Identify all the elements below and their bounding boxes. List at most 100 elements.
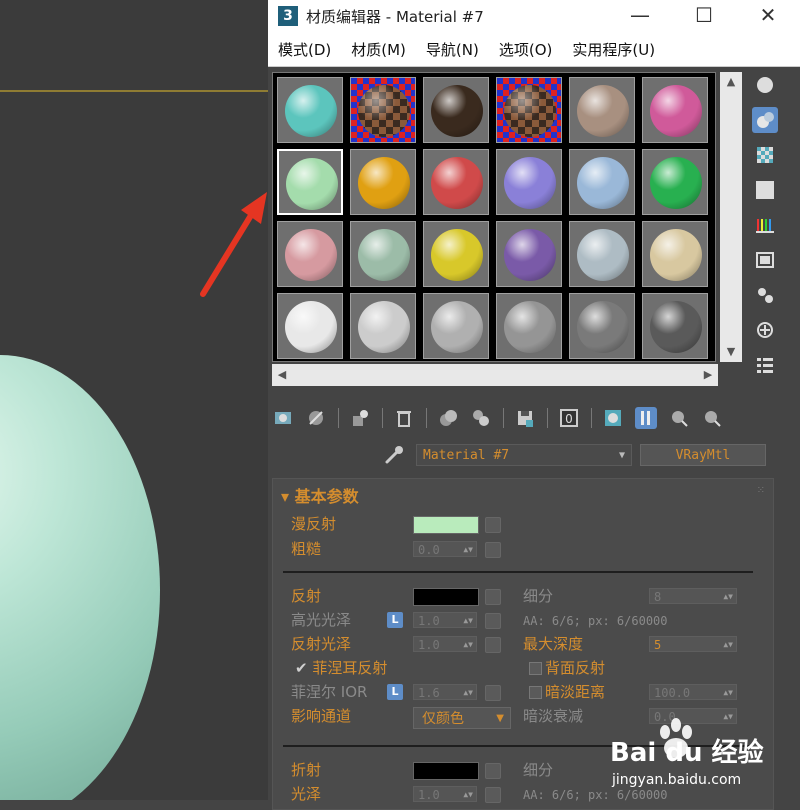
show-end-result-icon[interactable] bbox=[635, 407, 657, 429]
affect-channels-dropdown[interactable]: 仅颜色 ▼ bbox=[413, 707, 511, 729]
roughness-label: 粗糙 bbox=[291, 540, 322, 558]
maximize-button[interactable]: ☐ bbox=[672, 0, 736, 32]
material-slot[interactable] bbox=[642, 221, 708, 287]
fresnel-checkbox[interactable]: ✔ 菲涅耳反射 bbox=[295, 657, 387, 678]
make-unique-icon[interactable] bbox=[470, 407, 492, 429]
menu-utilities[interactable]: 实用程序(U) bbox=[568, 35, 659, 64]
fresnel-ior-spinner[interactable]: 1.6 ▲▼ bbox=[413, 684, 477, 700]
roughness-map-button[interactable] bbox=[485, 542, 501, 558]
rollout-header[interactable]: ▾ 基本参数 bbox=[281, 483, 359, 507]
material-slot[interactable] bbox=[496, 293, 562, 359]
refraction-color-swatch[interactable] bbox=[413, 762, 479, 780]
background-checker-icon[interactable] bbox=[752, 142, 778, 168]
backlight-icon[interactable] bbox=[752, 107, 778, 133]
material-slot[interactable] bbox=[350, 221, 416, 287]
sample-type-icon[interactable] bbox=[752, 72, 778, 98]
material-slot[interactable] bbox=[423, 293, 489, 359]
copy-material-icon[interactable] bbox=[437, 407, 459, 429]
dim-distance-spinner[interactable]: 100.0 ▲▼ bbox=[649, 684, 737, 700]
material-slot[interactable] bbox=[496, 149, 562, 215]
eyedropper-icon[interactable] bbox=[383, 444, 405, 466]
material-sphere bbox=[285, 301, 337, 353]
refraction-map-button[interactable] bbox=[485, 763, 501, 779]
material-slot[interactable] bbox=[423, 149, 489, 215]
assign-to-selection-icon[interactable] bbox=[349, 407, 371, 429]
go-to-parent-icon[interactable] bbox=[668, 407, 690, 429]
material-slot[interactable] bbox=[350, 293, 416, 359]
slot-vertical-scrollbar[interactable]: ▲ ▼ bbox=[720, 72, 742, 362]
scroll-down-icon[interactable]: ▼ bbox=[721, 342, 741, 362]
material-slot[interactable] bbox=[350, 77, 416, 143]
material-slot[interactable] bbox=[423, 77, 489, 143]
material-slot[interactable] bbox=[569, 221, 635, 287]
reflection-color-swatch[interactable] bbox=[413, 588, 479, 606]
refl-gloss-map-button[interactable] bbox=[485, 637, 501, 653]
video-color-check-icon[interactable] bbox=[752, 212, 778, 238]
material-slot[interactable] bbox=[277, 293, 343, 359]
get-material-icon[interactable] bbox=[272, 407, 294, 429]
material-type-button[interactable]: VRayMtl bbox=[640, 444, 766, 466]
sample-uv-tiling-icon[interactable] bbox=[752, 177, 778, 203]
select-by-material-icon[interactable] bbox=[752, 317, 778, 343]
menu-material[interactable]: 材质(M) bbox=[347, 35, 410, 64]
scroll-left-icon[interactable]: ◀ bbox=[272, 365, 292, 385]
material-name-field[interactable]: Material #7 ▼ bbox=[416, 444, 632, 466]
material-slot[interactable] bbox=[423, 221, 489, 287]
make-preview-icon[interactable] bbox=[752, 247, 778, 273]
material-slot[interactable] bbox=[277, 149, 343, 215]
viewport[interactable] bbox=[0, 0, 268, 800]
menu-mode[interactable]: 模式(D) bbox=[274, 35, 335, 64]
material-slot[interactable] bbox=[350, 149, 416, 215]
lock-l-badge[interactable]: L bbox=[387, 684, 403, 700]
material-slot[interactable] bbox=[569, 77, 635, 143]
put-to-library-icon[interactable] bbox=[514, 407, 536, 429]
svg-text:0: 0 bbox=[565, 412, 573, 426]
slot-horizontal-scrollbar[interactable]: ◀ ▶ bbox=[272, 364, 718, 386]
back-side-checkbox[interactable] bbox=[529, 662, 542, 675]
material-slot[interactable] bbox=[496, 221, 562, 287]
refr-gloss-map-button[interactable] bbox=[485, 787, 501, 803]
material-sphere bbox=[431, 157, 483, 209]
highlight-gloss-map-button[interactable] bbox=[485, 613, 501, 629]
highlight-gloss-spinner[interactable]: 1.0 ▲▼ bbox=[413, 612, 477, 628]
spinner-arrows-icon: ▲▼ bbox=[463, 640, 473, 649]
material-slot[interactable] bbox=[642, 149, 708, 215]
material-slot[interactable] bbox=[277, 77, 343, 143]
material-slot[interactable] bbox=[642, 77, 708, 143]
material-slot[interactable] bbox=[496, 77, 562, 143]
options-icon[interactable] bbox=[752, 282, 778, 308]
rollout-grip-icon: ⁙ bbox=[756, 485, 765, 496]
material-sphere bbox=[358, 229, 410, 281]
put-to-scene-icon[interactable] bbox=[305, 407, 327, 429]
max-depth-spinner[interactable]: 5 ▲▼ bbox=[649, 636, 737, 652]
material-slot[interactable] bbox=[277, 221, 343, 287]
diffuse-color-swatch[interactable] bbox=[413, 516, 479, 534]
dim-distance-checkbox[interactable] bbox=[529, 686, 542, 699]
scroll-up-icon[interactable]: ▲ bbox=[721, 72, 741, 92]
material-name-row: Material #7 ▼ VRayMtl bbox=[268, 440, 800, 470]
reflection-map-button[interactable] bbox=[485, 589, 501, 605]
scroll-right-icon[interactable]: ▶ bbox=[698, 365, 718, 385]
roughness-spinner[interactable]: 0.0 ▲▼ bbox=[413, 541, 477, 557]
fresnel-ior-map-button[interactable] bbox=[485, 685, 501, 701]
material-sphere bbox=[431, 229, 483, 281]
material-slot[interactable] bbox=[642, 293, 708, 359]
close-button[interactable]: ✕ bbox=[736, 0, 800, 32]
material-id-channel-icon[interactable]: 0 bbox=[558, 407, 580, 429]
go-forward-sibling-icon[interactable] bbox=[701, 407, 723, 429]
minimize-button[interactable]: — bbox=[608, 0, 672, 32]
reset-delete-icon[interactable] bbox=[393, 407, 415, 429]
highlight-gloss-label: 高光光泽 bbox=[291, 611, 352, 629]
material-slot[interactable] bbox=[569, 293, 635, 359]
chevron-down-icon: ▼ bbox=[618, 450, 625, 461]
lock-l-badge[interactable]: L bbox=[387, 612, 403, 628]
show-shaded-material-icon[interactable] bbox=[602, 407, 624, 429]
refl-gloss-spinner[interactable]: 1.0 ▲▼ bbox=[413, 636, 477, 652]
diffuse-map-button[interactable] bbox=[485, 517, 501, 533]
menu-options[interactable]: 选项(O) bbox=[495, 35, 557, 64]
menu-navigation[interactable]: 导航(N) bbox=[422, 35, 483, 64]
material-slot[interactable] bbox=[569, 149, 635, 215]
subdivs-spinner[interactable]: 8 ▲▼ bbox=[649, 588, 737, 604]
material-map-navigator-icon[interactable] bbox=[752, 352, 778, 378]
roughness-value: 0.0 bbox=[418, 543, 440, 557]
